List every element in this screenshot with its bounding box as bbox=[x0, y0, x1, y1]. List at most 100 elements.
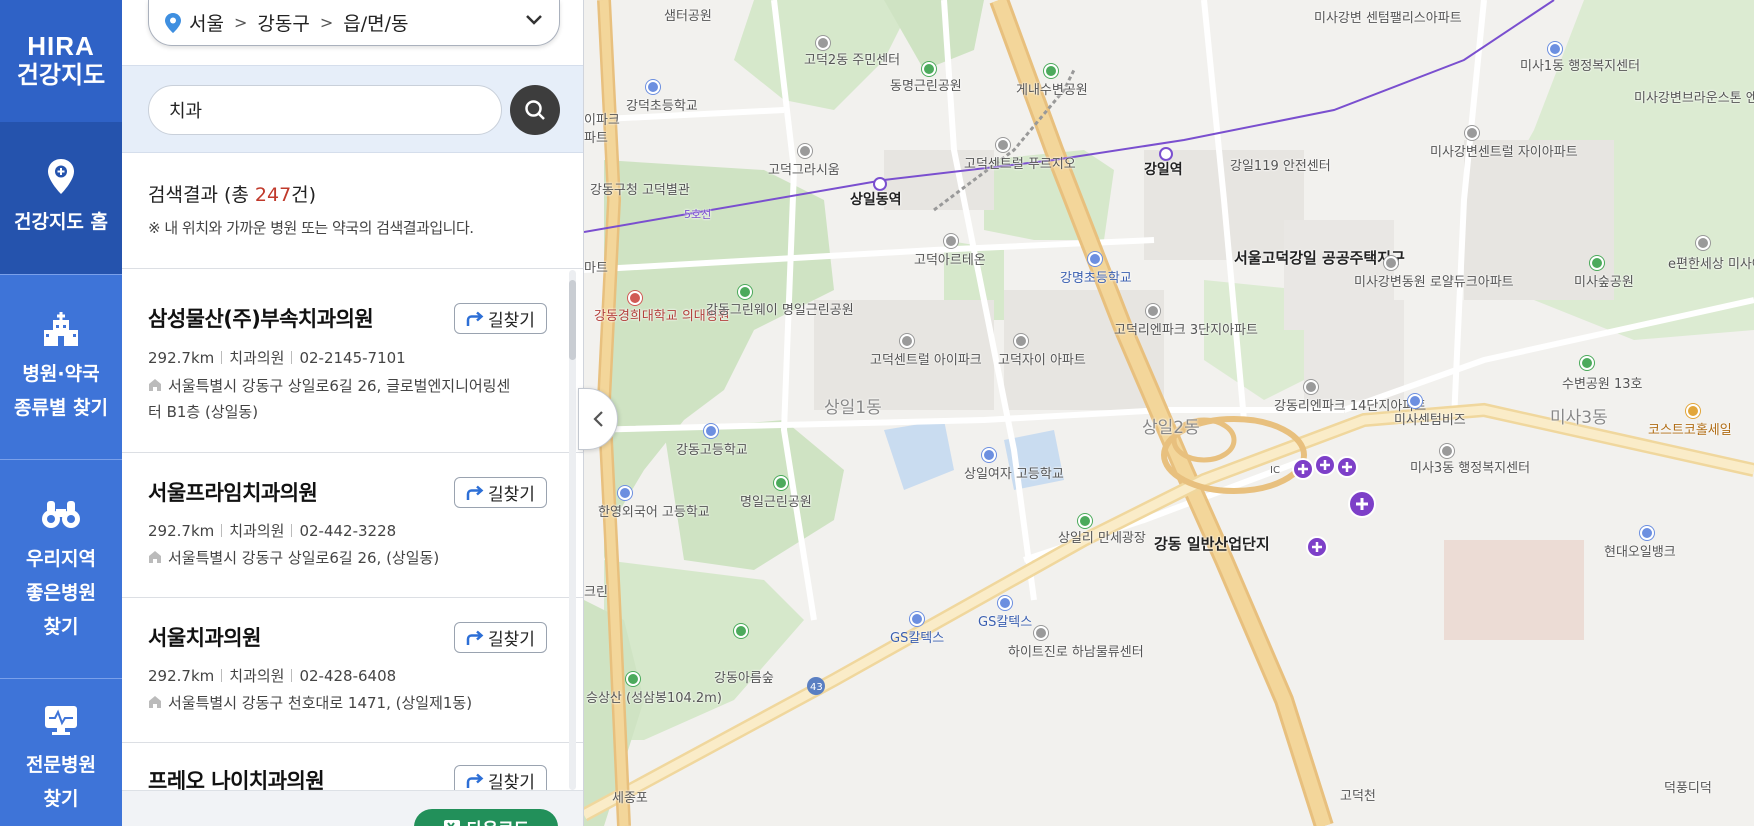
hira-logo[interactable]: HIRA 건강지도 bbox=[0, 0, 122, 122]
gas-station-icon bbox=[998, 596, 1012, 610]
map-label: 강동고등학교 bbox=[676, 443, 748, 458]
poi-icon bbox=[900, 334, 914, 348]
result-note: ※ 내 위치와 가까운 병원 또는 약국의 검색결과입니다. bbox=[148, 219, 474, 237]
clinic-address: 서울특별시 강동구 상일로6길 26, 글로벌엔지니어링센터 B1층 (상일동) bbox=[148, 377, 511, 421]
nav-label-line1: 병원·약국 bbox=[22, 363, 100, 385]
park-icon bbox=[734, 624, 748, 638]
nav-label-line3: 찾기 bbox=[43, 616, 79, 638]
download-button[interactable]: 다운로드 bbox=[414, 809, 558, 826]
clinic-name[interactable]: 서울프라임치과의원 bbox=[148, 477, 318, 507]
map-label: 코스트코홀세일 bbox=[1648, 423, 1732, 438]
map-label: 미사강변 센텀팰리스아파트 bbox=[1314, 11, 1462, 26]
map-label: 상일여자 고등학교 bbox=[964, 467, 1064, 482]
result-count: 검색결과 (총 247건) bbox=[148, 184, 317, 206]
park-icon bbox=[738, 285, 752, 299]
gas-station-icon bbox=[1640, 526, 1654, 540]
route-button[interactable]: 길찾기 bbox=[454, 303, 547, 334]
poi-icon bbox=[1014, 334, 1028, 348]
phone: 02-428-6408 bbox=[299, 667, 397, 685]
map-label: 상일리 만세광장 bbox=[1058, 531, 1146, 546]
search-icon bbox=[525, 100, 545, 120]
map-label: 이파크 bbox=[584, 113, 620, 128]
map-view[interactable]: 샘터공원 고덕2동 주민센터 동명근린공원 게내수변공원 미사강변 센텀팰리스아… bbox=[584, 0, 1754, 826]
phone: 02-2145-7101 bbox=[299, 349, 406, 367]
plus-icon bbox=[1342, 462, 1352, 472]
logo-line2: 건강지도 bbox=[16, 61, 106, 89]
nav-item-specialty-hospital[interactable]: 전문병원 찾기 bbox=[0, 700, 122, 826]
map-label: 고덕천 bbox=[1340, 789, 1376, 804]
chevron-down-icon[interactable] bbox=[525, 14, 543, 26]
park-icon bbox=[1580, 356, 1594, 370]
map-label: 동명근린공원 bbox=[890, 79, 962, 94]
map-label: 고덕아르테온 bbox=[914, 253, 986, 268]
result-count-number: 247 bbox=[254, 184, 292, 206]
map-label: 수변공원 13호 bbox=[1562, 377, 1643, 392]
region-city[interactable]: 서울 bbox=[189, 9, 224, 36]
results-scrollbar[interactable] bbox=[569, 270, 576, 790]
distance: 292.7km bbox=[148, 667, 215, 685]
phone: 02-442-3228 bbox=[299, 522, 397, 540]
map-label: 미사숲공원 bbox=[1574, 275, 1634, 290]
result-summary: 검색결과 (총 247건) ※ 내 위치와 가까운 병원 또는 약국의 검색결과… bbox=[148, 180, 474, 238]
list-item[interactable]: 삼성물산(주)부속치과의원 길찾기 292.7km 치과의원 02-2145-710… bbox=[122, 269, 574, 453]
clinic-pin[interactable] bbox=[1306, 536, 1328, 558]
route-button[interactable]: 길찾기 bbox=[454, 622, 547, 653]
plus-icon bbox=[1312, 542, 1322, 552]
ic-label: IC bbox=[1270, 465, 1280, 476]
clinic-pin[interactable] bbox=[1314, 454, 1336, 476]
chevron-right-icon: > bbox=[319, 13, 334, 32]
plus-icon bbox=[1320, 460, 1330, 470]
nav-item-home[interactable]: 건강지도 홈 bbox=[0, 122, 122, 274]
map-label: 미사강변동원 로얄듀크아파트 bbox=[1354, 275, 1514, 290]
search-bar: 치과 bbox=[122, 65, 583, 153]
route-number: 43 bbox=[810, 682, 823, 693]
chevron-left-icon bbox=[593, 411, 603, 427]
medical-monitor-icon bbox=[41, 700, 81, 740]
map-label: 고덕센트럴 푸르지오 bbox=[964, 157, 1076, 172]
hospital-icon bbox=[628, 291, 642, 305]
region-selector[interactable]: 서울 > 강동구 > 읍/면/동 bbox=[148, 0, 560, 46]
map-label: GS칼텍스 bbox=[890, 631, 945, 646]
region-dong[interactable]: 읍/면/동 bbox=[343, 9, 408, 36]
poi-icon bbox=[1696, 236, 1710, 250]
clinic-pin[interactable] bbox=[1292, 458, 1314, 480]
search-button[interactable] bbox=[510, 85, 560, 135]
map-label: 한영외국어 고등학교 bbox=[598, 505, 710, 520]
map-label: 미사3동 bbox=[1550, 408, 1608, 428]
list-item[interactable]: 서울치과의원 길찾기 292.7km 치과의원 02-428-6408 서울특별시 … bbox=[122, 598, 574, 742]
map-label: 상일1동 bbox=[824, 398, 882, 418]
region-district[interactable]: 강동구 bbox=[257, 9, 309, 36]
panel-footer: 다운로드 bbox=[122, 790, 583, 826]
poi-icon bbox=[996, 138, 1010, 152]
clinic-meta: 292.7km 치과의원 02-428-6408 bbox=[148, 665, 396, 686]
nav-label-line1: 우리지역 bbox=[26, 548, 96, 570]
nav-item-hospital-type[interactable]: 병원·약국 종류별 찾기 bbox=[0, 275, 122, 459]
turn-right-arrow-icon bbox=[466, 773, 484, 788]
poi-icon bbox=[1384, 256, 1398, 270]
nav-label: 건강지도 홈 bbox=[13, 211, 108, 233]
clinic-name[interactable]: 삼성물산(주)부속치과의원 bbox=[148, 303, 374, 333]
poi-icon bbox=[816, 36, 830, 50]
clinic-meta: 292.7km 치과의원 02-442-3228 bbox=[148, 520, 396, 541]
clinic-pin[interactable] bbox=[1348, 490, 1376, 518]
hospital-building-icon bbox=[41, 309, 81, 349]
search-input[interactable]: 치과 bbox=[148, 85, 502, 135]
map-label: 서울고덕강일 공공주택지구 bbox=[1234, 249, 1405, 267]
list-item[interactable]: 서울프라임치과의원 길찾기 292.7km 치과의원 02-442-3228 서울특… bbox=[122, 453, 574, 597]
route-button[interactable]: 길찾기 bbox=[454, 477, 547, 508]
home-icon bbox=[149, 379, 161, 391]
poi-icon bbox=[1465, 126, 1479, 140]
clinic-name[interactable]: 서울치과의원 bbox=[148, 622, 261, 652]
poi-icon bbox=[798, 144, 812, 158]
scrollbar-thumb[interactable] bbox=[569, 280, 576, 360]
map-label: 명일근린공원 bbox=[740, 495, 812, 510]
poi-icon bbox=[1146, 304, 1160, 318]
park-icon bbox=[774, 476, 788, 490]
clinic-type: 치과의원 bbox=[229, 522, 285, 540]
map-label: 고덕자이 아파트 bbox=[998, 353, 1086, 368]
nav-item-good-hospital[interactable]: 우리지역 좋은병원 찾기 bbox=[0, 460, 122, 678]
clinic-pin[interactable] bbox=[1336, 456, 1358, 478]
turn-right-arrow-icon bbox=[466, 630, 484, 645]
map-label: GS칼텍스 bbox=[978, 615, 1033, 630]
poi-icon bbox=[1034, 626, 1048, 640]
